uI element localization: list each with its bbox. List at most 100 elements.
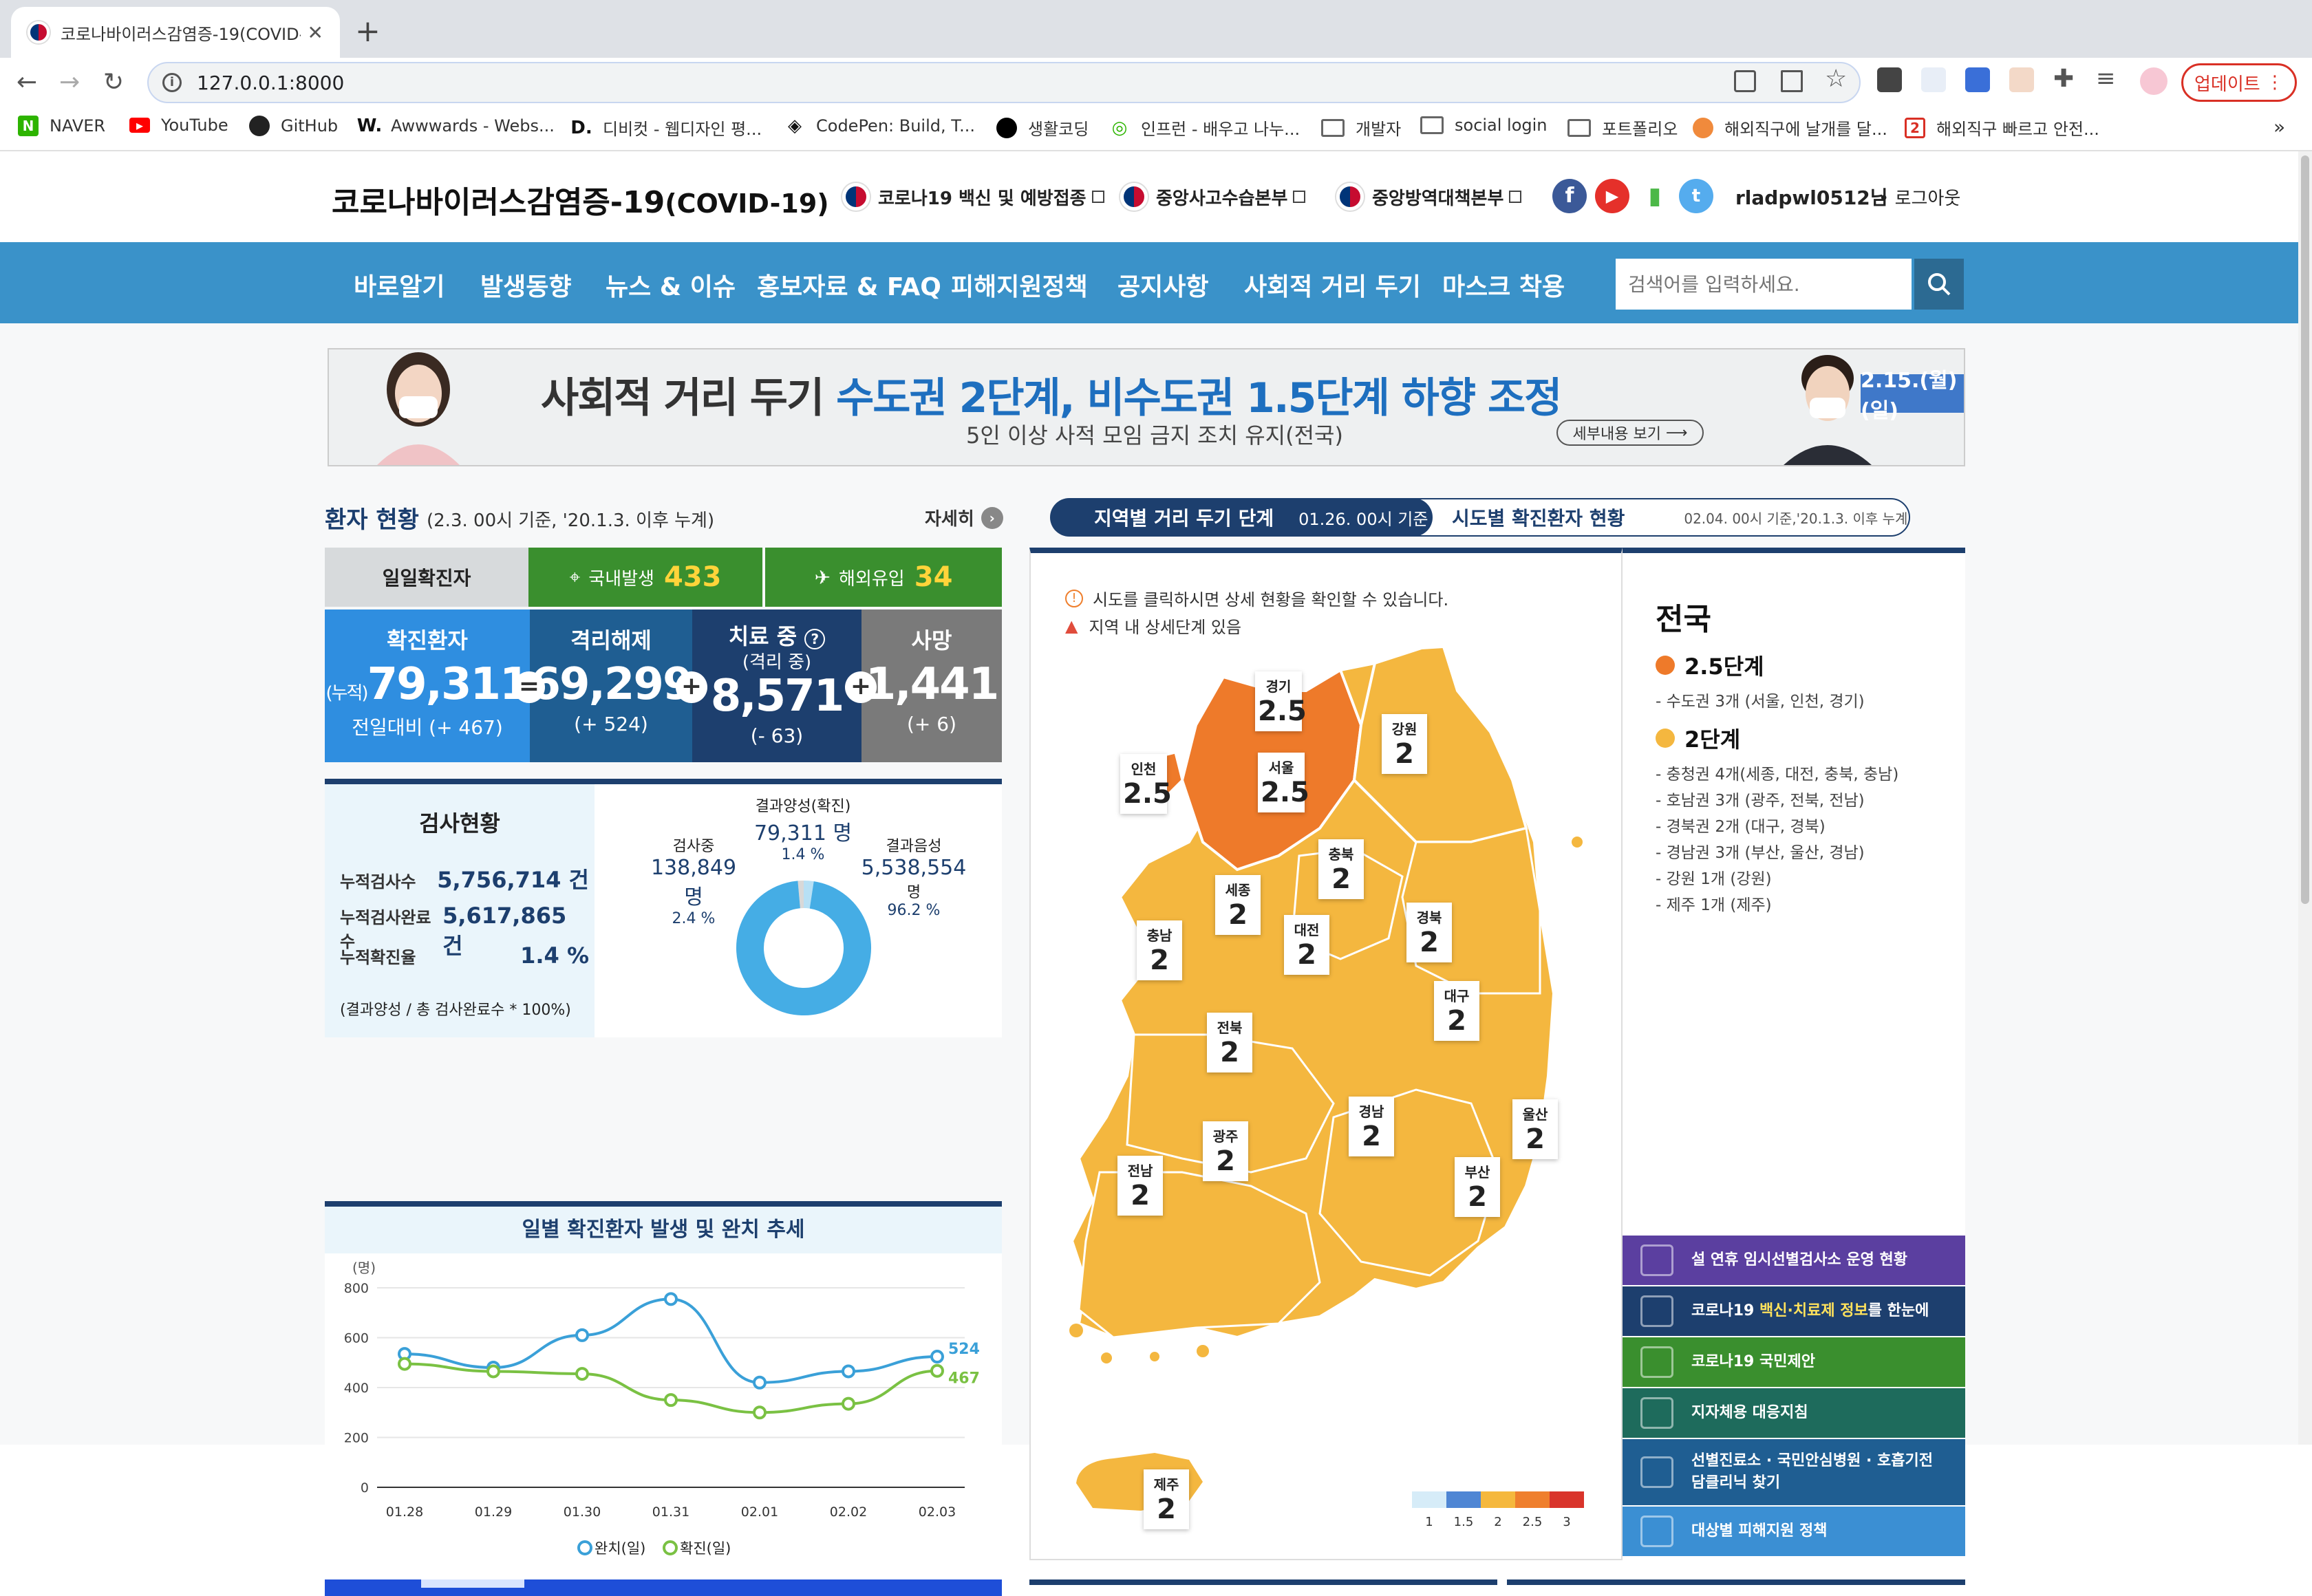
site-title[interactable]: 코로나바이러스감염증-19(COVID-19): [332, 177, 829, 222]
bookmark-opentutorials[interactable]: 생활코딩: [996, 116, 1089, 140]
bookmark-folder-dev[interactable]: 개발자: [1321, 116, 1401, 140]
data-point: [488, 1366, 499, 1377]
tab-confirmed-by-region[interactable]: 시도별 확진환자 현황02.04. 00시 기준,'20.1.3. 이후 누계: [1408, 498, 1910, 537]
region-gwangju[interactable]: 광주2: [1203, 1121, 1248, 1181]
info-icon[interactable]: i: [162, 73, 182, 92]
extension-icon[interactable]: [2009, 67, 2034, 92]
nav-item-news[interactable]: 뉴스 & 이슈: [606, 267, 736, 303]
korea-flag-icon: [1336, 183, 1364, 211]
quick-link-clinic-finder[interactable]: 선별진료소 · 국민안심병원 · 호흡기전담클리닉 찾기: [1623, 1439, 1965, 1505]
facebook-icon[interactable]: f: [1552, 179, 1587, 213]
logout-link[interactable]: • 로그아웃: [1878, 184, 1960, 210]
extension-icon[interactable]: [1965, 67, 1990, 92]
twitter-icon[interactable]: t: [1679, 179, 1713, 213]
qr-icon[interactable]: [1781, 70, 1803, 92]
bookmark-folder-social[interactable]: social login: [1420, 116, 1548, 135]
banner-detail-button[interactable]: 세부내용 보기 ⟶: [1556, 420, 1704, 446]
help-icon[interactable]: ?: [804, 629, 825, 649]
legend-label: 3: [1550, 1515, 1584, 1529]
search-button[interactable]: [1914, 259, 1964, 310]
test-donut-chart: [728, 872, 879, 1024]
bookmark-label: social login: [1455, 116, 1548, 135]
region-jeju[interactable]: 제주2: [1144, 1469, 1189, 1529]
page-scrollbar-thumb[interactable]: [2301, 155, 2309, 904]
extension-icon[interactable]: [1877, 67, 1902, 92]
tab-label: 지역별 거리 두기 단계: [1094, 504, 1274, 531]
new-tab-icon[interactable]: +: [355, 11, 381, 52]
media-icon[interactable]: ≡: [2096, 65, 2116, 92]
search-input[interactable]: [1616, 259, 1912, 310]
quick-link-screening-stations[interactable]: 설 연휴 임시선별검사소 운영 현황: [1623, 1236, 1965, 1285]
close-tab-icon[interactable]: ✕: [308, 21, 323, 44]
nav-item-faq[interactable]: 홍보자료 & FAQ: [757, 267, 941, 303]
bookmark-dbcut[interactable]: D.디비컷 - 웹디자인 평...: [571, 116, 762, 140]
puzzle-icon[interactable]: ✚: [2053, 65, 2074, 93]
extension-icon[interactable]: [1921, 67, 1946, 92]
test-row: 누적검사수5,756,714 건: [340, 863, 589, 894]
bookmark-github[interactable]: GitHub: [249, 116, 338, 136]
region-daegu[interactable]: 대구2: [1434, 981, 1479, 1041]
tab-distancing-level[interactable]: 지역별 거리 두기 단계01.26. 00시 기준: [1050, 498, 1433, 537]
address-bar[interactable]: i 127.0.0.1:8000: [147, 62, 1861, 103]
nav-item-trend[interactable]: 발생동향: [480, 267, 571, 303]
link-central-hq[interactable]: 중앙사고수습본부: [1120, 183, 1305, 211]
link-vaccine[interactable]: 코로나19 백신 및 예방접종: [842, 183, 1104, 211]
youtube-icon[interactable]: ▶: [1595, 179, 1629, 213]
bookmark-shop2[interactable]: 2해외직구 빠르고 안전...: [1905, 116, 2099, 140]
region-jeonbuk[interactable]: 전북2: [1207, 1013, 1252, 1072]
forward-icon[interactable]: →: [59, 65, 80, 100]
region-level: 2: [1287, 939, 1327, 971]
nav-item-notice[interactable]: 공지사항: [1117, 267, 1208, 303]
region-ulsan[interactable]: 울산2: [1512, 1099, 1558, 1159]
bookmark-folder-portfolio[interactable]: 포트폴리오: [1567, 116, 1678, 140]
reload-icon[interactable]: ↻: [103, 65, 124, 100]
more-bookmarks-icon[interactable]: »: [2273, 116, 2285, 138]
nav-item-support[interactable]: 피해지원정책: [951, 267, 1088, 303]
region-name: 부산: [1457, 1161, 1497, 1181]
region-chungnam[interactable]: 충남2: [1137, 920, 1182, 980]
region-seoul[interactable]: 서울2.5: [1258, 753, 1305, 812]
region-busan[interactable]: 부산2: [1455, 1157, 1500, 1217]
region-jeonnam[interactable]: 전남2: [1117, 1156, 1163, 1216]
bookmark-naver[interactable]: NNAVER: [18, 116, 105, 136]
region-incheon[interactable]: 인천2.5: [1120, 754, 1167, 814]
region-level: 2: [1409, 927, 1449, 958]
region-gyeongnam[interactable]: 경남2: [1349, 1097, 1394, 1156]
tab-title: 코로나바이러스감염증-19(COVID-1: [61, 21, 301, 45]
region-sejong[interactable]: 세종2: [1215, 875, 1261, 935]
region-gyeongbuk[interactable]: 경북2: [1406, 903, 1452, 962]
more-label: 자세히: [925, 505, 974, 530]
update-button[interactable]: 업데이트 ⋮: [2181, 63, 2297, 102]
region-gyeonggi[interactable]: 경기2.5: [1255, 671, 1302, 731]
back-icon[interactable]: ←: [17, 65, 37, 100]
bookmark-youtube[interactable]: ▸YouTube: [129, 116, 228, 135]
bookmark-shop1[interactable]: 해외직구에 날개를 달...: [1693, 116, 1887, 140]
region-gangwon[interactable]: 강원2: [1382, 714, 1427, 774]
distancing-banner[interactable]: 사회적 거리 두기 수도권 2단계, 비수도권 1.5단계 하향 조정 2.15…: [328, 348, 1965, 466]
quick-link-proposal[interactable]: 코로나19 국민제안: [1623, 1337, 1965, 1387]
browser-tab[interactable]: 코로나바이러스감염증-19(COVID-1 ✕: [11, 7, 340, 58]
korea-map[interactable]: [1031, 553, 1624, 1560]
profile-avatar[interactable]: [2140, 67, 2168, 95]
bookmark-inflearn[interactable]: ◎인프런 - 배우고 나누...: [1109, 116, 1300, 140]
link-disease-hq[interactable]: 중앙방역대책본부: [1336, 183, 1521, 211]
search-icon: [1925, 270, 1953, 298]
nav-item-distancing[interactable]: 사회적 거리 두기: [1244, 267, 1421, 303]
bookmark-codepen[interactable]: ◈CodePen: Build, T...: [784, 116, 975, 136]
slider-indicator[interactable]: [421, 1579, 524, 1588]
nav-item-about[interactable]: 바로알기: [354, 267, 445, 303]
region-daejeon[interactable]: 대전2: [1284, 915, 1329, 975]
data-point: [399, 1359, 410, 1370]
patients-more-link[interactable]: 자세히›: [925, 505, 1003, 530]
region-chungbuk[interactable]: 충북2: [1318, 839, 1364, 899]
install-app-icon[interactable]: [1734, 70, 1756, 92]
quick-link-guidelines[interactable]: 지자체용 대응지침: [1623, 1388, 1965, 1438]
quick-link-vaccine-info[interactable]: 코로나19 백신·치료제 정보를 한눈에: [1623, 1286, 1965, 1336]
star-icon[interactable]: ☆: [1825, 65, 1847, 93]
quick-link-support-policy[interactable]: 대상별 피해지원 정책: [1623, 1507, 1965, 1556]
nav-item-mask[interactable]: 마스크 착용: [1442, 267, 1565, 303]
bookmark-label: CodePen: Build, T...: [816, 116, 975, 136]
map-legend: [1412, 1491, 1584, 1508]
blog-icon[interactable]: ▮: [1638, 179, 1672, 213]
bookmark-awwwards[interactable]: W.Awwwards - Webs...: [359, 116, 555, 136]
